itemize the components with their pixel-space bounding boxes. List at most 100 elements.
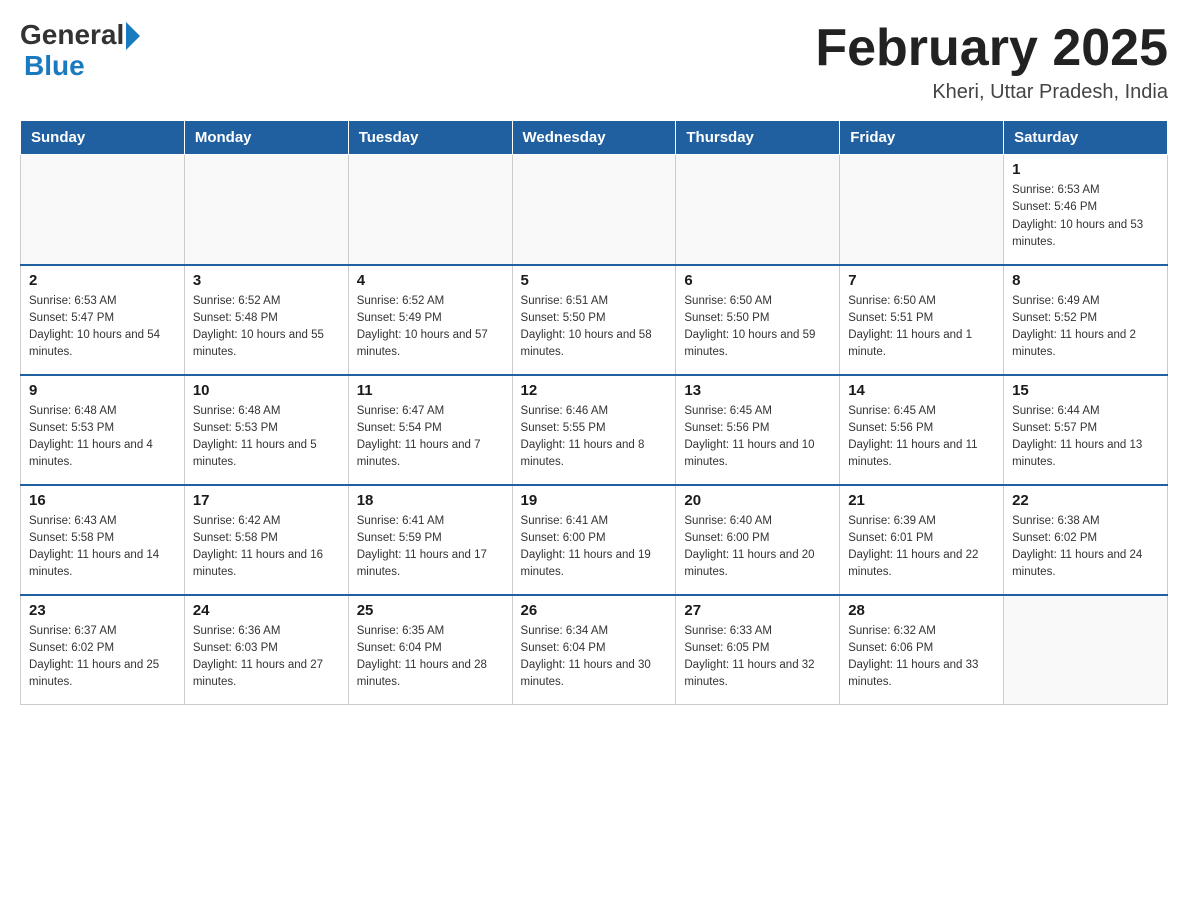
calendar-cell-3-5: 21Sunrise: 6:39 AMSunset: 6:01 PMDayligh…: [840, 485, 1004, 595]
header-wednesday: Wednesday: [512, 121, 676, 155]
day-info: Sunrise: 6:35 AMSunset: 6:04 PMDaylight:…: [357, 623, 504, 692]
week-row-2: 9 Sunrise: 6:48 AMSunset: 5:53 PMDaylight…: [21, 375, 1168, 485]
calendar-cell-3-2: 18 Sunrise: 6:41 AMSunset: 5:59 PMDayligh…: [348, 485, 512, 595]
day-info: Sunrise: 6:34 AMSunset: 6:04 PMDaylight:…: [521, 623, 668, 692]
logo-top-row: General: [20, 20, 140, 51]
day-number: 3: [193, 272, 340, 289]
calendar-cell-1-5: 7 Sunrise: 6:50 AMSunset: 5:51 PMDaylight…: [840, 265, 1004, 375]
header-friday: Friday: [840, 121, 1004, 155]
day-number: 11: [357, 382, 504, 399]
calendar-cell-4-6: [1004, 595, 1168, 705]
calendar-cell-4-2: 25 Sunrise: 6:35 AMSunset: 6:04 PMDayligh…: [348, 595, 512, 705]
day-number: 2: [29, 272, 176, 289]
calendar-cell-3-3: 19Sunrise: 6:41 AMSunset: 6:00 PMDayligh…: [512, 485, 676, 595]
calendar-cell-0-2: [348, 155, 512, 265]
day-number: 24: [193, 602, 340, 619]
calendar-cell-1-0: 2 Sunrise: 6:53 AMSunset: 5:47 PMDaylight…: [21, 265, 185, 375]
day-number: 12: [521, 382, 668, 399]
logo-arrow-icon: [126, 22, 140, 50]
calendar-cell-2-4: 13Sunrise: 6:45 AMSunset: 5:56 PMDayligh…: [676, 375, 840, 485]
calendar-cell-4-1: 24 Sunrise: 6:36 AMSunset: 6:03 PMDayligh…: [184, 595, 348, 705]
calendar-cell-0-0: [21, 155, 185, 265]
day-number: 17: [193, 492, 340, 509]
calendar-cell-0-1: [184, 155, 348, 265]
calendar-cell-0-4: [676, 155, 840, 265]
day-number: 18: [357, 492, 504, 509]
logo-blue-text: Blue: [24, 51, 140, 82]
day-number: 28: [848, 602, 995, 619]
day-number: 23: [29, 602, 176, 619]
day-number: 8: [1012, 272, 1159, 289]
day-info: Sunrise: 6:44 AMSunset: 5:57 PMDaylight:…: [1012, 403, 1159, 472]
day-info: Sunrise: 6:51 AMSunset: 5:50 PMDaylight:…: [521, 293, 668, 362]
calendar-cell-1-1: 3 Sunrise: 6:52 AMSunset: 5:48 PMDaylight…: [184, 265, 348, 375]
day-info: Sunrise: 6:53 AMSunset: 5:47 PMDaylight:…: [29, 293, 176, 362]
header-tuesday: Tuesday: [348, 121, 512, 155]
calendar-cell-2-6: 15 Sunrise: 6:44 AMSunset: 5:57 PMDayligh…: [1004, 375, 1168, 485]
week-row-1: 2 Sunrise: 6:53 AMSunset: 5:47 PMDaylight…: [21, 265, 1168, 375]
day-info: Sunrise: 6:52 AMSunset: 5:49 PMDaylight:…: [357, 293, 504, 362]
day-number: 10: [193, 382, 340, 399]
calendar-cell-1-3: 5 Sunrise: 6:51 AMSunset: 5:50 PMDaylight…: [512, 265, 676, 375]
calendar-cell-0-3: [512, 155, 676, 265]
calendar-cell-1-6: 8 Sunrise: 6:49 AMSunset: 5:52 PMDaylight…: [1004, 265, 1168, 375]
header-monday: Monday: [184, 121, 348, 155]
calendar-cell-3-0: 16 Sunrise: 6:43 AMSunset: 5:58 PMDayligh…: [21, 485, 185, 595]
day-info: Sunrise: 6:45 AMSunset: 5:56 PMDaylight:…: [684, 403, 831, 472]
day-info: Sunrise: 6:40 AMSunset: 6:00 PMDaylight:…: [684, 513, 831, 582]
calendar-cell-4-4: 27 Sunrise: 6:33 AMSunset: 6:05 PMDayligh…: [676, 595, 840, 705]
header-row: SundayMondayTuesdayWednesdayThursdayFrid…: [21, 121, 1168, 155]
day-info: Sunrise: 6:50 AMSunset: 5:51 PMDaylight:…: [848, 293, 995, 362]
day-number: 15: [1012, 382, 1159, 399]
day-info: Sunrise: 6:46 AMSunset: 5:55 PMDaylight:…: [521, 403, 668, 472]
day-number: 16: [29, 492, 176, 509]
day-number: 14: [848, 382, 995, 399]
day-info: Sunrise: 6:37 AMSunset: 6:02 PMDaylight:…: [29, 623, 176, 692]
day-number: 5: [521, 272, 668, 289]
calendar-cell-1-2: 4Sunrise: 6:52 AMSunset: 5:49 PMDaylight…: [348, 265, 512, 375]
day-info: Sunrise: 6:50 AMSunset: 5:50 PMDaylight:…: [684, 293, 831, 362]
day-info: Sunrise: 6:47 AMSunset: 5:54 PMDaylight:…: [357, 403, 504, 472]
calendar-cell-3-4: 20 Sunrise: 6:40 AMSunset: 6:00 PMDayligh…: [676, 485, 840, 595]
day-info: Sunrise: 6:33 AMSunset: 6:05 PMDaylight:…: [684, 623, 831, 692]
calendar-cell-2-5: 14 Sunrise: 6:45 AMSunset: 5:56 PMDayligh…: [840, 375, 1004, 485]
day-info: Sunrise: 6:43 AMSunset: 5:58 PMDaylight:…: [29, 513, 176, 582]
day-info: Sunrise: 6:45 AMSunset: 5:56 PMDaylight:…: [848, 403, 995, 472]
logo-wrapper: General Blue: [20, 20, 140, 82]
logo-general-text: General: [20, 20, 124, 51]
calendar-cell-2-2: 11 Sunrise: 6:47 AMSunset: 5:54 PMDayligh…: [348, 375, 512, 485]
calendar-cell-4-5: 28 Sunrise: 6:32 AMSunset: 6:06 PMDayligh…: [840, 595, 1004, 705]
day-number: 20: [684, 492, 831, 509]
day-number: 9: [29, 382, 176, 399]
day-info: Sunrise: 6:42 AMSunset: 5:58 PMDaylight:…: [193, 513, 340, 582]
calendar-subtitle: Kheri, Uttar Pradesh, India: [815, 81, 1168, 104]
day-info: Sunrise: 6:49 AMSunset: 5:52 PMDaylight:…: [1012, 293, 1159, 362]
page-header: General Blue February 2025 Kheri, Uttar …: [20, 20, 1168, 104]
week-row-4: 23 Sunrise: 6:37 AMSunset: 6:02 PMDayligh…: [21, 595, 1168, 705]
week-row-0: 1Sunrise: 6:53 AMSunset: 5:46 PMDaylight…: [21, 155, 1168, 265]
day-info: Sunrise: 6:32 AMSunset: 6:06 PMDaylight:…: [848, 623, 995, 692]
header-saturday: Saturday: [1004, 121, 1168, 155]
calendar-table: SundayMondayTuesdayWednesdayThursdayFrid…: [20, 120, 1168, 705]
day-info: Sunrise: 6:39 AMSunset: 6:01 PMDaylight:…: [848, 513, 995, 582]
day-info: Sunrise: 6:36 AMSunset: 6:03 PMDaylight:…: [193, 623, 340, 692]
day-number: 19: [521, 492, 668, 509]
day-info: Sunrise: 6:41 AMSunset: 5:59 PMDaylight:…: [357, 513, 504, 582]
calendar-cell-2-0: 9Sunrise: 6:48 AMSunset: 5:53 PMDaylight…: [21, 375, 185, 485]
calendar-title: February 2025: [815, 20, 1168, 77]
header-thursday: Thursday: [676, 121, 840, 155]
day-info: Sunrise: 6:38 AMSunset: 6:02 PMDaylight:…: [1012, 513, 1159, 582]
day-number: 22: [1012, 492, 1159, 509]
calendar-cell-0-6: 1Sunrise: 6:53 AMSunset: 5:46 PMDaylight…: [1004, 155, 1168, 265]
header-sunday: Sunday: [21, 121, 185, 155]
calendar-cell-4-3: 26Sunrise: 6:34 AMSunset: 6:04 PMDayligh…: [512, 595, 676, 705]
calendar-cell-3-1: 17 Sunrise: 6:42 AMSunset: 5:58 PMDayligh…: [184, 485, 348, 595]
day-number: 27: [684, 602, 831, 619]
day-info: Sunrise: 6:52 AMSunset: 5:48 PMDaylight:…: [193, 293, 340, 362]
day-number: 1: [1012, 161, 1159, 178]
calendar-cell-0-5: [840, 155, 1004, 265]
day-number: 7: [848, 272, 995, 289]
title-section: February 2025 Kheri, Uttar Pradesh, Indi…: [815, 20, 1168, 104]
day-info: Sunrise: 6:48 AMSunset: 5:53 PMDaylight:…: [193, 403, 340, 472]
day-number: 25: [357, 602, 504, 619]
